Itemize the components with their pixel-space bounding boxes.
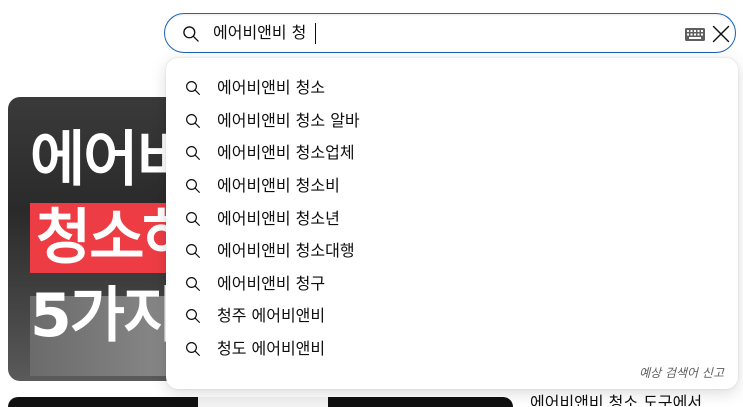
thumbnail-text-line-1: 에어비 <box>30 125 178 195</box>
next-video-title[interactable]: 에어비앤비 청소 도구에서 <box>530 394 740 406</box>
suggestion-item[interactable]: 에어비앤비 청소업체 <box>166 137 738 170</box>
suggestion-item[interactable]: 에어비앤비 청소 알바 <box>166 105 738 138</box>
search-icon <box>183 26 199 42</box>
suggestion-item[interactable]: 청주 에어비앤비 <box>166 300 738 333</box>
suggestion-text: 에어비앤비 청소 <box>217 78 326 98</box>
search-icon <box>186 211 200 226</box>
search-icon <box>186 342 200 357</box>
next-thumbnail-paper <box>198 397 328 407</box>
search-icon <box>186 309 200 324</box>
search-icon <box>186 113 200 128</box>
thumbnail-highlight-text: 청소하 <box>30 203 178 273</box>
suggestion-list: 에어비앤비 청소 에어비앤비 청소 알바 에어비앤비 청소업체 에어비앤비 청소… <box>166 58 738 365</box>
suggestion-item[interactable]: 에어비앤비 청소년 <box>166 202 738 235</box>
suggestion-text: 에어비앤비 청소 알바 <box>217 110 360 130</box>
search-icon <box>186 146 200 161</box>
suggestion-text: 청도 에어비앤비 <box>217 339 326 359</box>
suggestion-item[interactable]: 에어비앤비 청소비 <box>166 170 738 203</box>
suggestion-text: 에어비앤비 청구 <box>217 273 326 293</box>
search-icon <box>186 179 200 194</box>
search-suggestions-dropdown: 에어비앤비 청소 에어비앤비 청소 알바 에어비앤비 청소업체 에어비앤비 청소… <box>166 58 738 389</box>
suggestion-text: 에어비앤비 청소업체 <box>217 143 355 163</box>
thumbnail-text-line-2: 청소하 <box>30 203 178 273</box>
suggestion-text: 에어비앤비 청소비 <box>217 176 340 196</box>
next-video-thumbnail[interactable] <box>8 397 513 407</box>
keyboard-icon[interactable] <box>685 28 705 41</box>
video-thumbnail[interactable]: 에어비 청소하 5가지 <box>8 97 178 381</box>
search-icon <box>186 276 200 291</box>
text-caret <box>315 23 316 44</box>
search-input[interactable] <box>213 20 673 46</box>
report-predictions-link[interactable]: 예상 검색어 신고 <box>639 364 724 381</box>
search-box[interactable] <box>164 13 736 53</box>
suggestion-text: 청주 에어비앤비 <box>217 306 326 326</box>
search-icon <box>186 81 200 96</box>
suggestion-item[interactable]: 청도 에어비앤비 <box>166 333 738 366</box>
search-icon <box>186 244 200 259</box>
suggestion-text: 에어비앤비 청소대행 <box>217 241 355 261</box>
suggestion-item[interactable]: 에어비앤비 청구 <box>166 268 738 301</box>
suggestion-item[interactable]: 에어비앤비 청소 <box>166 72 738 105</box>
thumbnail-text-line-3: 5가지 <box>30 281 178 351</box>
suggestion-item[interactable]: 에어비앤비 청소대행 <box>166 235 738 268</box>
clear-search-icon[interactable] <box>711 24 731 44</box>
suggestion-text: 에어비앤비 청소년 <box>217 208 340 228</box>
